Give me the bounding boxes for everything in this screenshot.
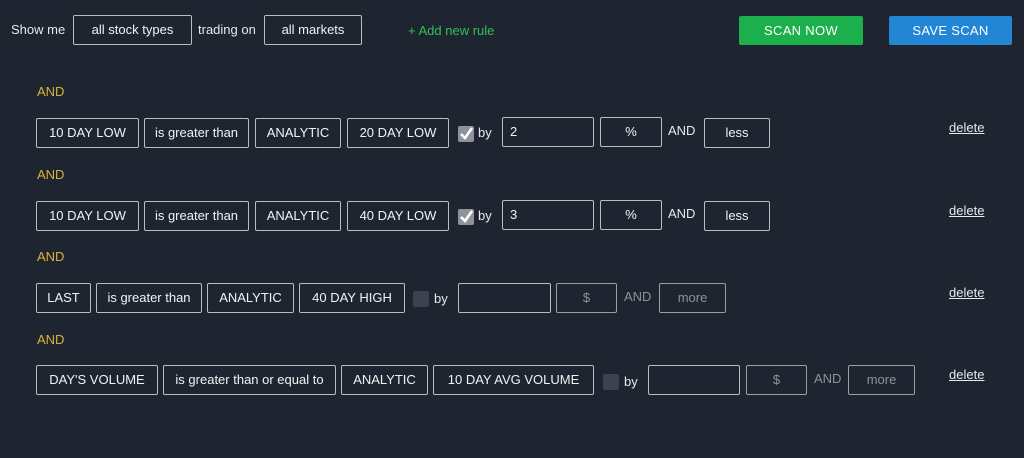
rule-field-select[interactable]: DAY'S VOLUME bbox=[36, 365, 158, 395]
by-checkbox[interactable] bbox=[458, 126, 474, 142]
rule-operator-select[interactable]: is greater than bbox=[96, 283, 202, 313]
unit-select[interactable]: % bbox=[600, 200, 662, 230]
rule-field-select[interactable]: 10 DAY LOW bbox=[36, 118, 139, 148]
rule-connector: AND bbox=[37, 84, 65, 99]
scan-header: Show me all stock types trading on all m… bbox=[0, 0, 1024, 64]
trading-on-label: trading on bbox=[198, 22, 256, 37]
rule-compare-type-select[interactable]: ANALYTIC bbox=[207, 283, 294, 313]
amount-input[interactable]: 2 bbox=[502, 117, 594, 147]
add-new-rule-link[interactable]: + Add new rule bbox=[408, 16, 494, 46]
rule-connector: AND bbox=[37, 249, 65, 264]
direction-select[interactable]: more bbox=[659, 283, 726, 313]
by-checkbox[interactable] bbox=[603, 374, 619, 390]
direction-select[interactable]: less bbox=[704, 201, 770, 231]
save-scan-button[interactable]: SAVE SCAN bbox=[889, 16, 1012, 45]
rule-row: DAY'S VOLUME is greater than or equal to… bbox=[0, 365, 1024, 397]
checkmark-icon bbox=[460, 210, 474, 224]
by-label: by bbox=[478, 125, 492, 140]
rule-compare-value-select[interactable]: 10 DAY AVG VOLUME bbox=[433, 365, 594, 395]
rule-compare-type-select[interactable]: ANALYTIC bbox=[255, 201, 341, 231]
by-label: by bbox=[434, 291, 448, 306]
rule-row: LAST is greater than ANALYTIC 40 DAY HIG… bbox=[0, 283, 1024, 315]
rule-connector: AND bbox=[37, 167, 65, 182]
unit-select[interactable]: $ bbox=[746, 365, 807, 395]
rule-compare-value-select[interactable]: 20 DAY LOW bbox=[347, 118, 449, 148]
delete-rule-link[interactable]: delete bbox=[949, 286, 984, 300]
amount-input[interactable] bbox=[648, 365, 740, 395]
direction-select[interactable]: less bbox=[704, 118, 770, 148]
rule-field-select[interactable]: 10 DAY LOW bbox=[36, 201, 139, 231]
delete-rule-link[interactable]: delete bbox=[949, 204, 984, 218]
checkmark-icon bbox=[460, 127, 474, 141]
rule-compare-value-select[interactable]: 40 DAY HIGH bbox=[299, 283, 405, 313]
and-label: AND bbox=[668, 206, 696, 221]
by-checkbox[interactable] bbox=[413, 291, 429, 307]
rule-field-select[interactable]: LAST bbox=[36, 283, 91, 313]
and-label: AND bbox=[668, 123, 696, 138]
rule-compare-type-select[interactable]: ANALYTIC bbox=[341, 365, 428, 395]
rule-operator-select[interactable]: is greater than or equal to bbox=[163, 365, 336, 395]
delete-rule-link[interactable]: delete bbox=[949, 368, 984, 382]
stock-types-select[interactable]: all stock types bbox=[73, 15, 192, 45]
by-label: by bbox=[624, 374, 638, 389]
delete-rule-link[interactable]: delete bbox=[949, 121, 984, 135]
rule-operator-select[interactable]: is greater than bbox=[144, 201, 249, 231]
rule-connector: AND bbox=[37, 332, 65, 347]
rule-compare-type-select[interactable]: ANALYTIC bbox=[255, 118, 341, 148]
markets-select[interactable]: all markets bbox=[264, 15, 362, 45]
rule-row: 10 DAY LOW is greater than ANALYTIC 40 D… bbox=[0, 200, 1024, 232]
unit-select[interactable]: $ bbox=[556, 283, 617, 313]
and-label: AND bbox=[814, 371, 842, 386]
and-label: AND bbox=[624, 289, 652, 304]
unit-select[interactable]: % bbox=[600, 117, 662, 147]
rule-row: 10 DAY LOW is greater than ANALYTIC 20 D… bbox=[0, 117, 1024, 149]
amount-input[interactable] bbox=[458, 283, 551, 313]
show-me-label: Show me bbox=[11, 22, 66, 37]
direction-select[interactable]: more bbox=[848, 365, 915, 395]
by-checkbox[interactable] bbox=[458, 209, 474, 225]
amount-input[interactable]: 3 bbox=[502, 200, 594, 230]
scan-now-button[interactable]: SCAN NOW bbox=[739, 16, 863, 45]
rule-operator-select[interactable]: is greater than bbox=[144, 118, 249, 148]
rule-compare-value-select[interactable]: 40 DAY LOW bbox=[347, 201, 449, 231]
by-label: by bbox=[478, 208, 492, 223]
